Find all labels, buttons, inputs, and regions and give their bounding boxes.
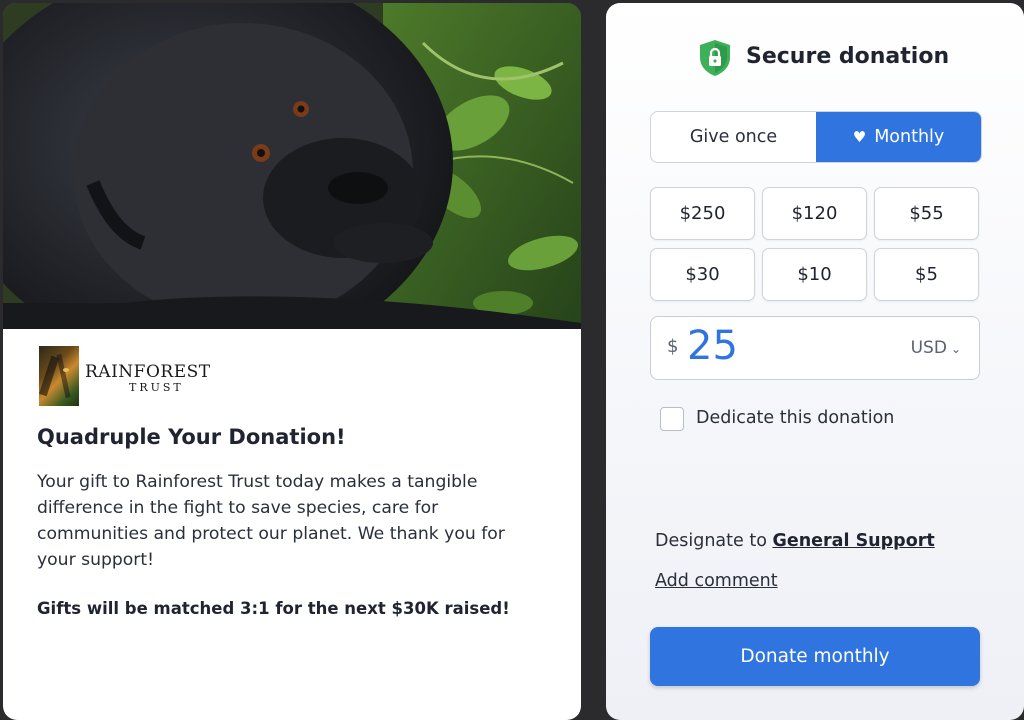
give-once-button[interactable]: Give once — [651, 112, 816, 162]
chevron-down-icon: ⌄ — [950, 342, 961, 356]
jaguar-logo-icon — [39, 346, 79, 406]
amount-option-5[interactable]: $5 — [874, 248, 979, 301]
rainforest-trust-logo: RAINFOREST TRUST — [39, 346, 239, 408]
campaign-description: Your gift to Rainforest Trust today make… — [37, 472, 505, 570]
monthly-label: Monthly — [874, 127, 945, 147]
amount-option-55[interactable]: $55 — [874, 187, 979, 240]
dedicate-label: Dedicate this donation — [696, 408, 895, 428]
frequency-toggle: Give once ♥ Monthly — [650, 111, 982, 163]
currency-label: USD — [910, 338, 947, 358]
currency-symbol: $ — [667, 336, 679, 357]
amount-options: $250 $120 $55 $30 $10 $5 — [650, 187, 980, 301]
amount-input[interactable] — [687, 323, 867, 369]
donate-button-label: Donate monthly — [740, 646, 890, 667]
amount-option-250[interactable]: $250 — [650, 187, 755, 240]
add-comment-link[interactable]: Add comment — [655, 571, 778, 591]
campaign-card: RAINFOREST TRUST Quadruple Your Donation… — [3, 3, 581, 720]
monthly-button[interactable]: ♥ Monthly — [816, 112, 981, 162]
general-support-link[interactable]: General Support — [772, 531, 934, 551]
dedicate-checkbox[interactable] — [660, 407, 684, 431]
amount-option-30[interactable]: $30 — [650, 248, 755, 301]
logo-subtitle: TRUST — [129, 381, 184, 394]
form-title: Secure donation — [746, 44, 950, 69]
amount-option-120[interactable]: $120 — [762, 187, 867, 240]
custom-amount-field: $ USD⌄ — [650, 316, 980, 380]
give-once-label: Give once — [689, 127, 778, 147]
hero-image-gorilla — [3, 3, 581, 329]
designate-row: Designate to General Support — [655, 531, 935, 551]
campaign-headline: Quadruple Your Donation! — [37, 425, 346, 449]
donate-monthly-button[interactable]: Donate monthly — [650, 627, 980, 686]
heart-icon: ♥ — [852, 128, 867, 146]
lock-shield-icon — [700, 40, 730, 76]
logo-name: RAINFOREST — [85, 362, 211, 382]
designate-prefix: Designate to — [655, 531, 767, 551]
amount-option-10[interactable]: $10 — [762, 248, 867, 301]
match-notice: Gifts will be matched 3:1 for the next $… — [37, 599, 510, 618]
donation-form: Secure donation Give once ♥ Monthly $250… — [606, 3, 1024, 720]
currency-select[interactable]: USD ⌄ — [911, 338, 961, 358]
